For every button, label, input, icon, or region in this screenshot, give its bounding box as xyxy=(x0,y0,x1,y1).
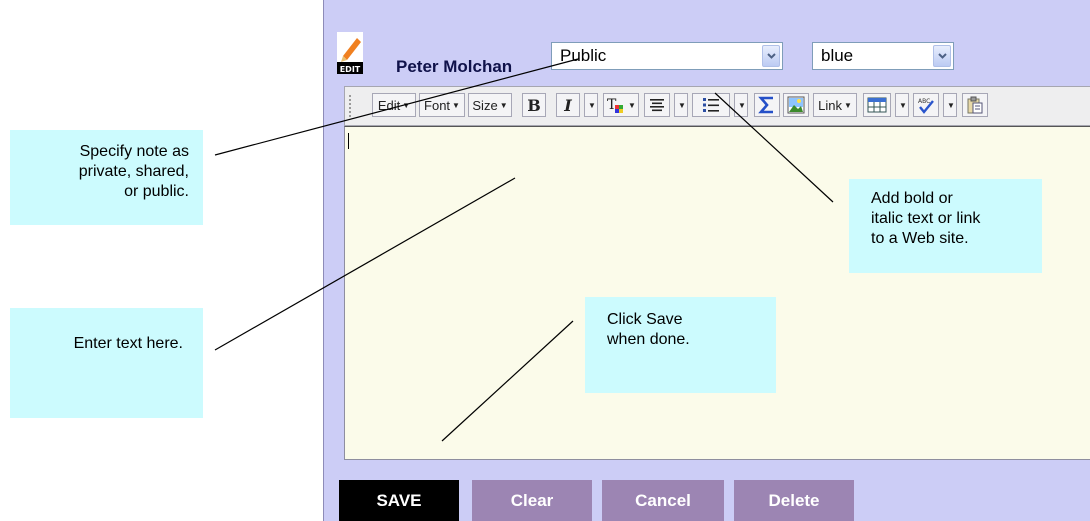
leader-line-visibility xyxy=(214,58,579,156)
callout-leader-lines xyxy=(214,58,834,442)
leader-line-save xyxy=(441,320,574,442)
leader-line-formatting xyxy=(714,92,834,203)
leader-line-enter-text xyxy=(214,177,516,351)
